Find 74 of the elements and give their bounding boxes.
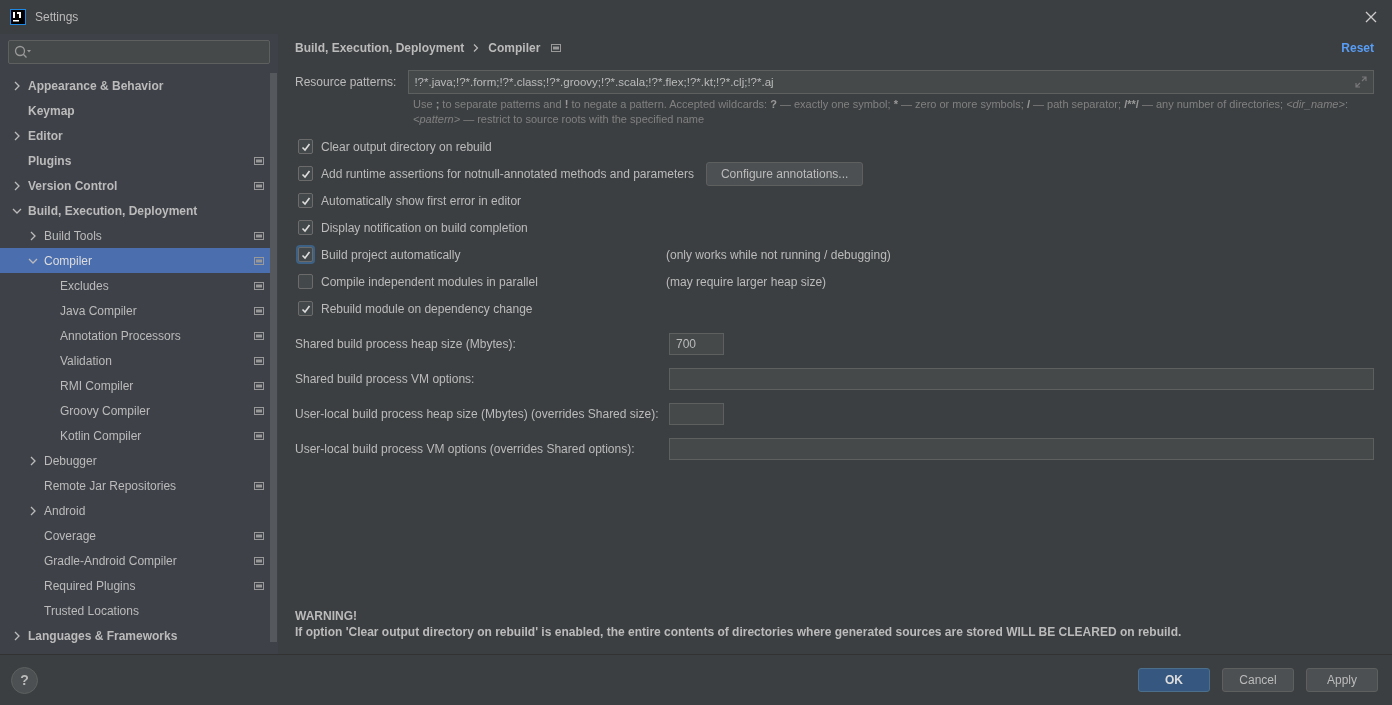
field-label: User-local build process heap size (Mbytes) (overrides Shared size): (295, 406, 660, 421)
chevron-right-icon[interactable] (12, 180, 22, 191)
note-text: (may require larger heap size) (666, 274, 827, 289)
tree-item[interactable]: Keymap (0, 98, 270, 123)
tree-item[interactable]: RMI Compiler (0, 373, 270, 398)
chevron-right-icon[interactable] (28, 230, 38, 241)
checkbox-label[interactable]: Automatically show first error in editor (321, 193, 522, 208)
chevron-right-icon[interactable] (12, 630, 22, 641)
tree-item[interactable]: Groovy Compiler (0, 398, 270, 423)
project-scope-icon (551, 44, 562, 52)
tree-item[interactable]: Appearance & Behavior (0, 73, 270, 98)
search-icon (14, 45, 32, 59)
field-label: Resource patterns: (295, 75, 397, 89)
tree-item[interactable]: Version Control (0, 173, 270, 198)
tree-item[interactable]: Gradle-Android Compiler (0, 548, 270, 573)
checkbox-label[interactable]: Rebuild module on dependency change (321, 301, 533, 316)
input-field[interactable] (669, 367, 1374, 390)
scrollbar[interactable] (270, 73, 277, 642)
tree-item[interactable]: Required Plugins (0, 573, 270, 598)
close-icon[interactable] (1365, 11, 1377, 23)
tree-item[interactable]: Android (0, 498, 270, 523)
hint-text: Use ; to separate patterns and ! to negate a pattern. Accepted wildcards: ? — exactly one symbol; * — zero or more symbols; / — path separator; /**/ — any number of directories; <dir_name>: <pattern> — restrict to source roots with the specified name (413, 97, 1349, 127)
help-button[interactable]: ? (11, 666, 38, 694)
tree-item[interactable]: Excludes (0, 273, 270, 298)
field-label: User-local build process VM options (overrides Shared options): (295, 441, 636, 456)
tree-item[interactable]: Languages & Frameworks (0, 623, 270, 648)
breadcrumb-item: Build, Execution, Deployment (295, 41, 465, 55)
field-label: Shared build process heap size (Mbytes): (295, 336, 517, 351)
chevron-right-icon[interactable] (28, 455, 38, 466)
tree-item[interactable]: Kotlin Compiler (0, 423, 270, 448)
tree-item[interactable]: Editor (0, 123, 270, 148)
input-field[interactable]: 700 (669, 332, 724, 355)
tree-item[interactable]: Coverage (0, 523, 270, 548)
checkbox-label[interactable]: Display notification on build completion (321, 220, 528, 235)
chevron-right-icon[interactable] (28, 505, 38, 516)
tree-item[interactable]: Java Compiler (0, 298, 270, 323)
reset-link[interactable]: Reset (1341, 41, 1374, 55)
checkbox[interactable] (298, 274, 313, 289)
chevron-right-icon[interactable] (12, 80, 22, 91)
tree-item[interactable]: Validation (0, 348, 270, 373)
dialog-button[interactable]: Cancel (1222, 668, 1294, 692)
tree-item[interactable]: Build, Execution, Deployment (0, 198, 270, 223)
checkbox[interactable] (298, 166, 313, 181)
warning-title: WARNING! (295, 608, 358, 624)
checkbox-label[interactable]: Add runtime assertions for notnull-annotated methods and parameters (321, 166, 694, 181)
input-field[interactable] (669, 437, 1374, 460)
tree-item[interactable]: Compiler (0, 248, 270, 273)
checkbox-label[interactable]: Build project automatically (321, 247, 461, 262)
tree-item[interactable]: Remote Jar Repositories (0, 473, 270, 498)
resource-patterns-field[interactable]: !?*.java;!?*.form;!?*.class;!?*.groovy;!?*.scala;!?*.flex;!?*.kt;!?*.clj;!?*.aj (408, 70, 1374, 94)
field-label: Shared build process VM options: (295, 371, 476, 386)
chevron-right-icon[interactable] (12, 130, 22, 141)
window-title: Settings (35, 10, 80, 24)
warning-text: If option 'Clear output directory on rebuild' is enabled, the entire contents of directories where generated sources are stored WILL BE CLEARED on rebuild. (295, 624, 1183, 640)
tree-item[interactable]: Plugins (0, 148, 270, 173)
dialog-button[interactable]: Apply (1306, 668, 1378, 692)
search-field[interactable] (8, 40, 270, 64)
breadcrumb-item: Compiler (488, 41, 541, 55)
checkbox-label[interactable]: Clear output directory on rebuild (321, 139, 492, 154)
tree-item[interactable]: Annotation Processors (0, 323, 270, 348)
input-field[interactable] (669, 402, 724, 425)
note-text: (only works while not running / debugging) (666, 247, 891, 262)
tree-item[interactable]: Debugger (0, 448, 270, 473)
checkbox[interactable] (298, 220, 313, 235)
app-logo-icon (10, 9, 26, 25)
checkbox[interactable] (298, 193, 313, 208)
tree-item[interactable]: Trusted Locations (0, 598, 270, 623)
checkbox-label[interactable]: Compile independent modules in parallel (321, 274, 538, 289)
checkbox[interactable] (298, 301, 313, 316)
chevron-right-icon (473, 44, 480, 52)
dialog-button[interactable]: OK (1138, 668, 1210, 692)
configure-annotations-button[interactable]: Configure annotations... (705, 161, 864, 186)
tree-item[interactable]: Build Tools (0, 223, 270, 248)
checkbox[interactable] (298, 139, 313, 154)
